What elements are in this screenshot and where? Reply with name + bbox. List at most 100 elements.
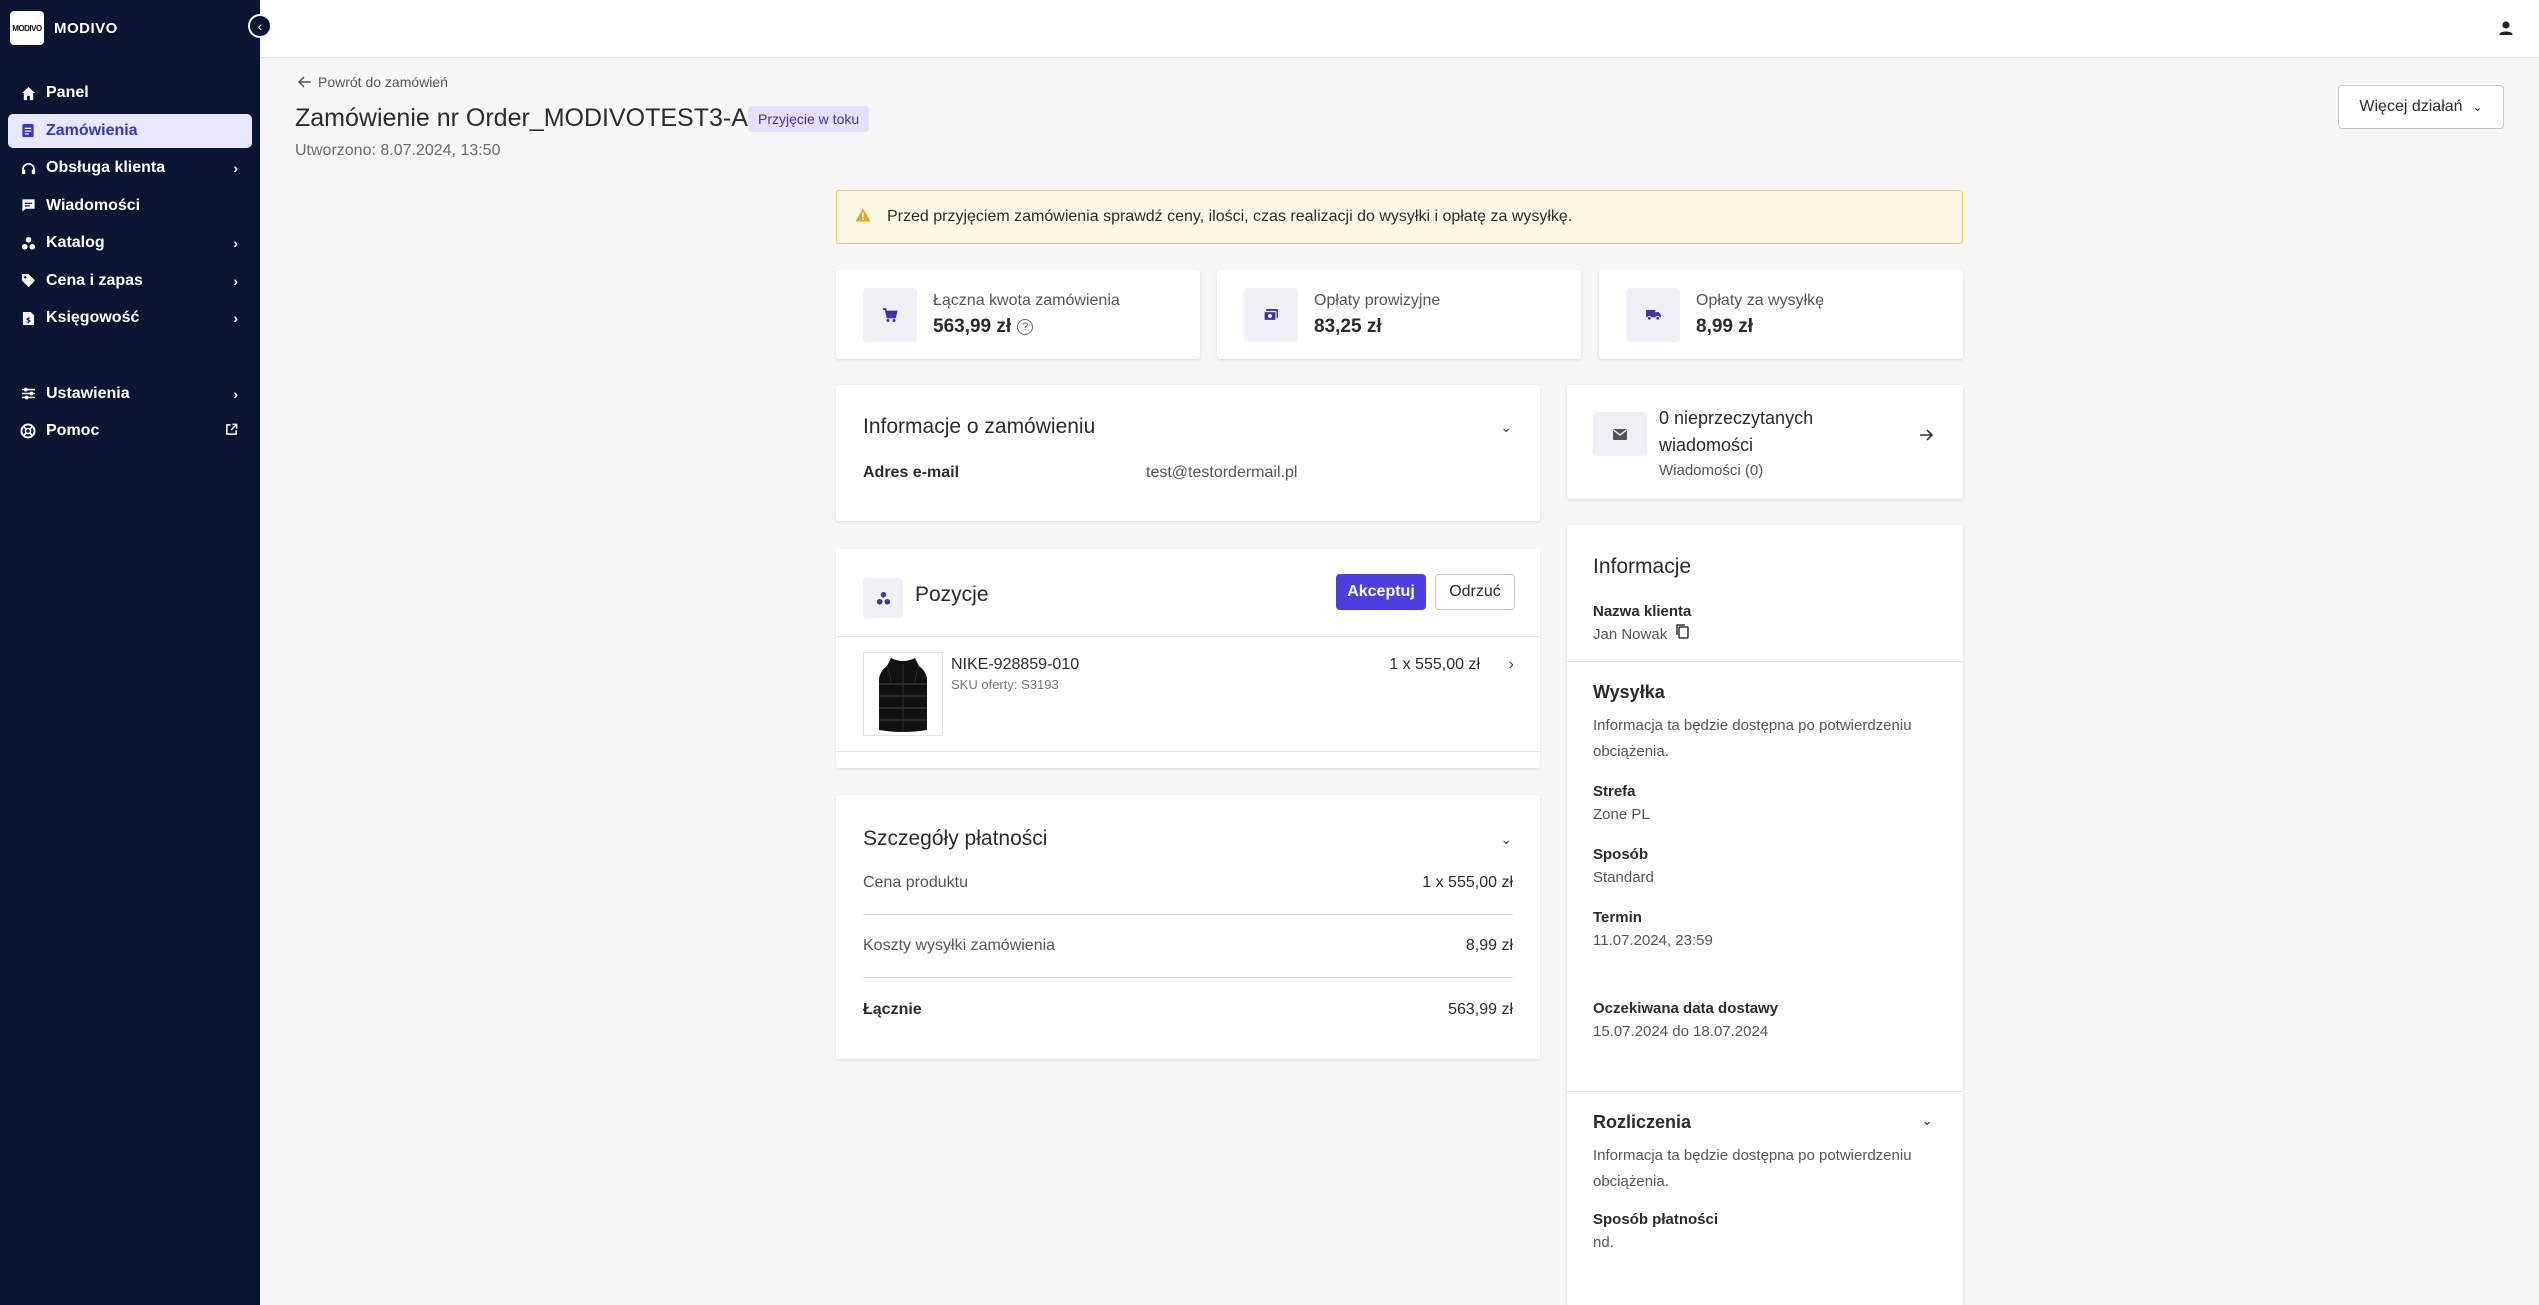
user-icon[interactable]	[2495, 17, 2517, 39]
topbar	[260, 0, 2539, 58]
sidebar-item-label: Katalog	[46, 234, 105, 251]
chevron-right-icon: ›	[233, 272, 238, 289]
delivery-label: Oczekiwana data dostawy	[1593, 1000, 1779, 1017]
product-price: 1 x 555,00 zł	[1389, 656, 1480, 673]
chevron-right-icon[interactable]: ›	[1509, 656, 1514, 674]
order-info-title: Informacje o zamówieniu	[863, 415, 1096, 438]
positions-title: Pozycje	[915, 583, 989, 606]
zone-label: Strefa	[1593, 783, 1636, 800]
arrow-left-icon	[298, 76, 311, 88]
payment-row-label: Łącznie	[863, 1000, 922, 1018]
stat-label: Opłaty za wysyłkę	[1696, 291, 1825, 309]
chevron-down-icon: ⌄	[2472, 100, 2483, 114]
accounting-icon: $	[20, 310, 36, 326]
unread-messages-title: 0 nieprzeczytanych wiadomości	[1659, 408, 1814, 455]
sidebar-nav: Panel Zamówienia Obsługa klienta › Wiado…	[0, 76, 260, 448]
payment-row-label: Koszty wysyłki zamówienia	[863, 937, 1056, 954]
brand-name: MODIVO	[54, 19, 118, 37]
tag-icon	[20, 273, 36, 289]
shipping-title: Wysyłka	[1593, 682, 1665, 702]
payment-row: Koszty wysyłki zamówienia 8,99 zł	[863, 915, 1513, 978]
sidebar-item-orders[interactable]: Zamówienia	[8, 113, 252, 148]
catalog-icon	[20, 235, 36, 251]
warning-icon	[855, 208, 871, 227]
sidebar-item-customer-service[interactable]: Obsługa klienta ›	[8, 151, 252, 185]
stat-total-amount: Łączna kwota zamówienia 563,99 zł?	[836, 270, 1200, 359]
messages-card[interactable]: 0 nieprzeczytanych wiadomości Wiadomości…	[1567, 385, 1963, 499]
chevron-down-icon[interactable]: ⌄	[1500, 419, 1512, 436]
reject-button[interactable]: Odrzuć	[1435, 574, 1515, 610]
sidebar: MODIVO MODIVO Panel Zamówienia Obsługa k…	[0, 0, 260, 1305]
method-label: Sposób	[1593, 846, 1648, 863]
client-value-row: Jan Nowak	[1593, 622, 1937, 648]
payment-row-value: 1 x 555,00 zł	[1422, 874, 1513, 891]
copy-icon[interactable]	[1675, 622, 1690, 648]
payment-row-total: Łącznie 563,99 zł	[863, 978, 1513, 1041]
sidebar-item-settings[interactable]: Ustawienia ›	[8, 377, 252, 411]
payment-method-label: Sposób płatności	[1593, 1211, 1719, 1228]
divider	[836, 636, 1540, 637]
stat-label: Opłaty prowizyjne	[1314, 291, 1441, 309]
sidebar-item-price-stock[interactable]: Cena i zapas ›	[8, 264, 252, 298]
shipping-note: Informacja ta będzie dostępna po potwier…	[1593, 717, 1912, 760]
external-link-icon	[225, 423, 238, 439]
page-title: Zamówienie nr Order_MODIVOTEST3-A	[295, 104, 748, 132]
chevron-right-icon: ›	[233, 310, 238, 326]
settings-icon	[20, 386, 36, 402]
accept-button[interactable]: Akceptuj	[1336, 574, 1426, 610]
info-panel: Informacje Nazwa klienta Jan Nowak Wysył…	[1567, 525, 1963, 1305]
chevron-down-icon[interactable]: ⌄	[1921, 1112, 1933, 1129]
more-actions-button[interactable]: Więcej działań ⌄	[2338, 85, 2504, 129]
sidebar-item-label: Ustawienia	[46, 384, 130, 402]
product-name[interactable]: NIKE-928859-010	[951, 656, 1079, 674]
zone-value: Zone PL	[1593, 806, 1650, 823]
method-value: Standard	[1593, 869, 1654, 886]
billing-section: Rozliczenia ⌄ Informacja ta będzie dostę…	[1593, 1112, 1937, 1256]
billing-title: Rozliczenia	[1593, 1112, 1692, 1132]
payment-row-label: Cena produktu	[863, 874, 968, 891]
sidebar-item-panel[interactable]: Panel	[8, 76, 252, 110]
chevron-right-icon: ›	[233, 160, 238, 176]
sidebar-item-label: Panel	[46, 84, 89, 101]
brand-logo[interactable]: MODIVO	[10, 11, 44, 45]
catalog-icon	[863, 578, 903, 618]
mail-icon	[1593, 412, 1647, 456]
delivery-value: 15.07.2024 do 18.07.2024	[1593, 1023, 1769, 1040]
home-icon	[20, 85, 36, 101]
stat-shipping: Opłaty za wysyłkę 8,99 zł	[1599, 270, 1963, 359]
product-image[interactable]	[863, 652, 943, 736]
arrow-right-icon[interactable]	[1919, 428, 1934, 446]
sidebar-item-label: Obsługa klienta	[46, 159, 166, 176]
sidebar-item-accounting[interactable]: $ Księgowość ›	[8, 301, 252, 335]
cart-icon	[863, 287, 917, 342]
sidebar-item-help[interactable]: Pomoc	[8, 414, 252, 448]
sidebar-collapse-button[interactable]: ‹	[248, 14, 272, 38]
brand: MODIVO MODIVO	[0, 0, 260, 56]
chevron-down-icon[interactable]: ⌄	[1500, 831, 1512, 848]
warning-alert: Przed przyjęciem zamówienia sprawdź ceny…	[836, 190, 1963, 244]
payment-title: Szczegóły płatności	[863, 827, 1048, 850]
money-icon	[1244, 287, 1298, 342]
chevron-right-icon: ›	[233, 235, 238, 251]
info-header: Informacje	[1593, 555, 1937, 579]
sidebar-item-catalog[interactable]: Katalog ›	[8, 226, 252, 260]
divider	[1567, 661, 1963, 662]
email-label: Adres e-mail	[863, 464, 960, 481]
orders-icon	[20, 123, 36, 139]
billing-note: Informacja ta będzie dostępna po potwier…	[1593, 1147, 1912, 1190]
sidebar-item-label: Zamówienia	[46, 121, 138, 139]
positions-card: Pozycje Akceptuj Odrzuć NIKE-928859-010 …	[836, 549, 1540, 768]
back-to-orders-link[interactable]: Powrót do zamówień	[298, 74, 448, 90]
divider	[836, 751, 1540, 752]
sidebar-item-messages[interactable]: Wiadomości	[8, 189, 252, 223]
stat-commission: Opłaty prowizyjne 83,25 zł	[1217, 270, 1581, 359]
info-panel-title: Informacje	[1593, 555, 1692, 578]
deadline-value: 11.07.2024, 23:59	[1593, 932, 1713, 949]
client-section: Nazwa klienta Jan Nowak	[1593, 603, 1937, 648]
sidebar-item-label: Księgowość	[46, 309, 140, 326]
back-label: Powrót do zamówień	[318, 74, 448, 90]
stat-label: Łączna kwota zamówienia	[933, 291, 1120, 309]
stat-value: 563,99 zł?	[933, 316, 1120, 338]
help-icon	[20, 423, 36, 439]
help-icon[interactable]: ?	[1017, 318, 1034, 335]
